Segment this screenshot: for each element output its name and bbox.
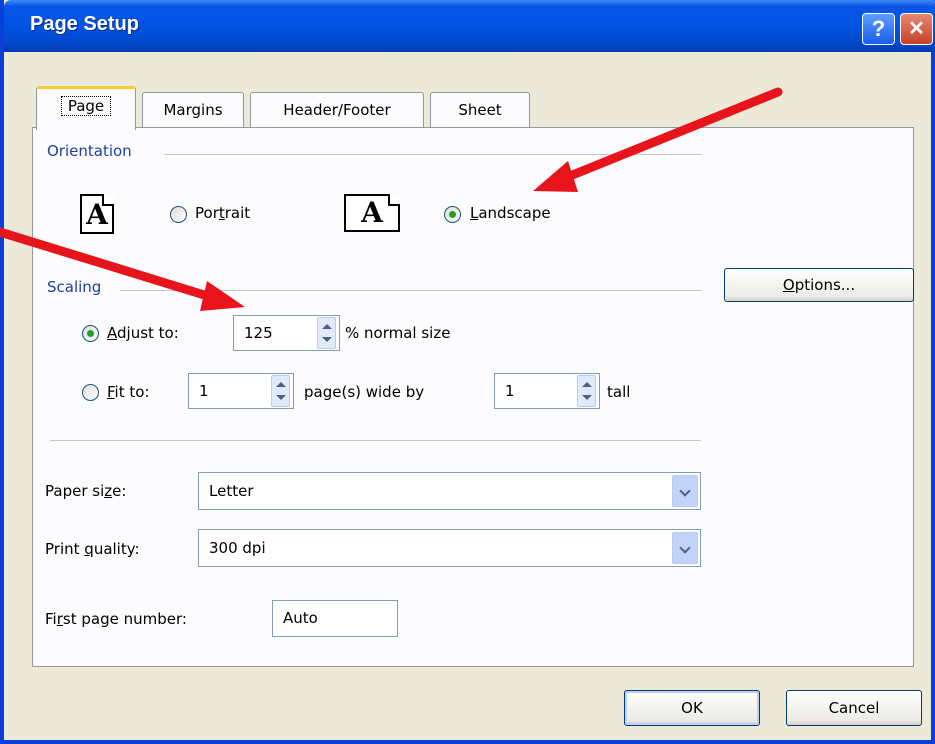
arrow-shaft (560, 87, 783, 183)
arrow-to-landscape (533, 87, 783, 192)
arrow-head (200, 281, 245, 311)
arrow-to-adjust-to (0, 227, 245, 311)
annotation-arrows (0, 87, 783, 311)
arrow-head (533, 161, 578, 192)
arrow-shaft (0, 227, 219, 303)
